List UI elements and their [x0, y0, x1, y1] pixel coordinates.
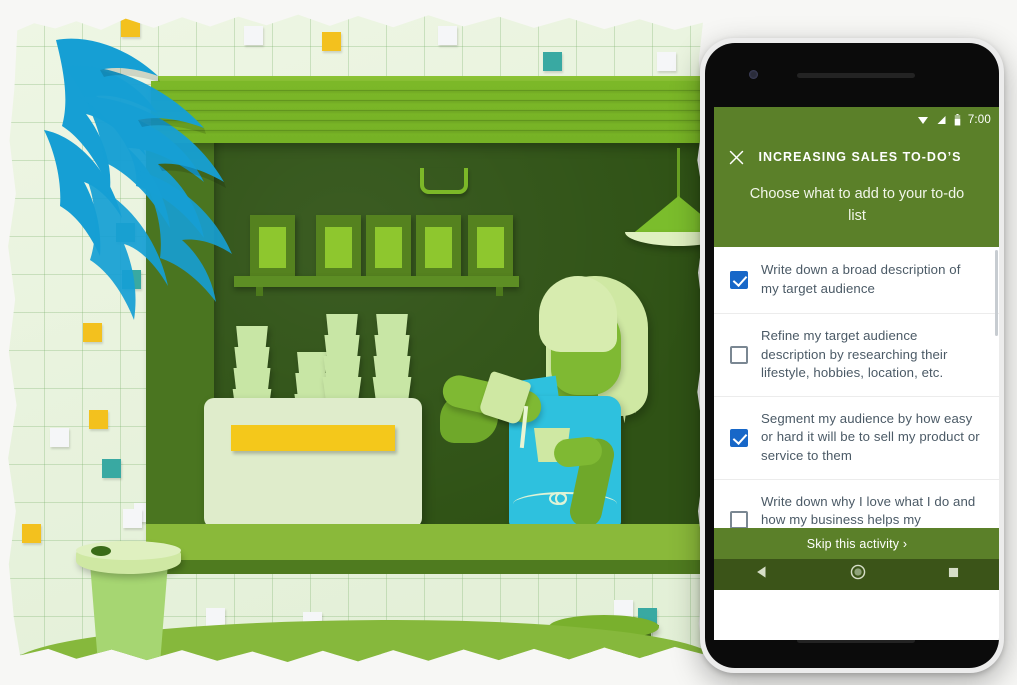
palm-tree	[44, 38, 232, 320]
home-icon	[850, 564, 865, 580]
counter-floor-shadow	[146, 560, 706, 574]
confetti-square	[50, 428, 69, 447]
home-button[interactable]	[850, 564, 866, 585]
signal-icon	[937, 116, 946, 124]
recents-icon	[948, 567, 958, 577]
back-icon	[756, 566, 765, 578]
todo-row-label: Write down a broad description of my tar…	[761, 262, 961, 296]
back-button[interactable]	[755, 565, 769, 584]
illustration-paper-canvas	[8, 14, 706, 670]
takeaway-cup-sip-hole	[91, 546, 111, 556]
service-counter	[204, 398, 422, 528]
skip-activity-button[interactable]: Skip this activity ›	[714, 528, 999, 559]
confetti-square	[679, 663, 698, 670]
phone-screen: 7:00 INCREASING SALES TO-DO’S Choose wha…	[714, 107, 999, 640]
todo-row[interactable]: Write down why I love what I do and how …	[714, 480, 999, 528]
todo-row-label: Refine my target audience description by…	[761, 328, 948, 381]
product-bag	[468, 215, 513, 277]
todo-row[interactable]: Segment my audience by how easy or hard …	[714, 397, 999, 480]
checkbox-checked-icon[interactable]	[730, 428, 748, 447]
battery-icon	[954, 114, 961, 126]
phone-bezel: 7:00 INCREASING SALES TO-DO’S Choose wha…	[705, 43, 999, 668]
list-scrollbar[interactable]	[995, 250, 998, 336]
barista-hair-front	[539, 276, 617, 352]
confetti-square	[102, 459, 121, 478]
product-bag	[250, 215, 295, 277]
barista-apron-bow	[555, 492, 567, 505]
earpiece-speaker	[797, 73, 915, 78]
product-bag	[416, 215, 461, 277]
todo-list[interactable]: Write down a broad description of my tar…	[714, 247, 999, 528]
close-icon	[729, 150, 743, 164]
phone-device: 7:00 INCREASING SALES TO-DO’S Choose wha…	[700, 38, 1004, 673]
todo-row-label: Write down why I love what I do and how …	[761, 493, 976, 528]
door-handle-arc	[420, 168, 468, 194]
checkbox-unchecked-icon[interactable]	[730, 345, 748, 364]
status-bar: 7:00	[714, 107, 999, 133]
confetti-square	[123, 509, 142, 528]
confetti-square	[543, 52, 562, 71]
app-bar-title: INCREASING SALES TO-DO’S	[758, 150, 962, 164]
confetti-square	[657, 52, 676, 71]
confetti-square	[322, 32, 341, 51]
wifi-icon	[917, 117, 928, 124]
product-bag	[316, 215, 361, 277]
confetti-square	[438, 26, 457, 45]
todo-row[interactable]: Write down a broad description of my tar…	[714, 247, 999, 314]
papercraft-illustration	[0, 0, 716, 685]
counter-floor-band	[146, 524, 706, 564]
screenshot-stage: 7:00 INCREASING SALES TO-DO’S Choose wha…	[0, 0, 1017, 685]
skip-activity-label: Skip this activity ›	[806, 536, 908, 551]
close-button[interactable]	[714, 150, 758, 165]
confetti-square	[89, 410, 108, 429]
wall-shelf	[234, 276, 519, 287]
confetti-square	[22, 524, 41, 543]
front-camera-icon	[749, 70, 758, 79]
checkbox-unchecked-icon[interactable]	[730, 511, 748, 528]
product-bag	[366, 215, 411, 277]
shelf-bracket	[256, 287, 263, 296]
todo-row-label: Segment my audience by how easy or hard …	[761, 410, 980, 463]
app-bar: INCREASING SALES TO-DO’S Choose what to …	[714, 133, 999, 247]
takeaway-cup-body	[90, 563, 168, 663]
todo-row[interactable]: Refine my target audience description by…	[714, 314, 999, 397]
counter-yellow-band	[231, 425, 395, 451]
recents-button[interactable]	[947, 566, 960, 584]
shelf-bracket	[496, 287, 503, 296]
lamp-cord	[677, 148, 680, 198]
status-time: 7:00	[967, 114, 991, 126]
app-bar-subtitle: Choose what to add to your to-do list	[749, 186, 965, 224]
android-nav-bar	[714, 559, 999, 590]
checkbox-checked-icon[interactable]	[730, 271, 748, 289]
